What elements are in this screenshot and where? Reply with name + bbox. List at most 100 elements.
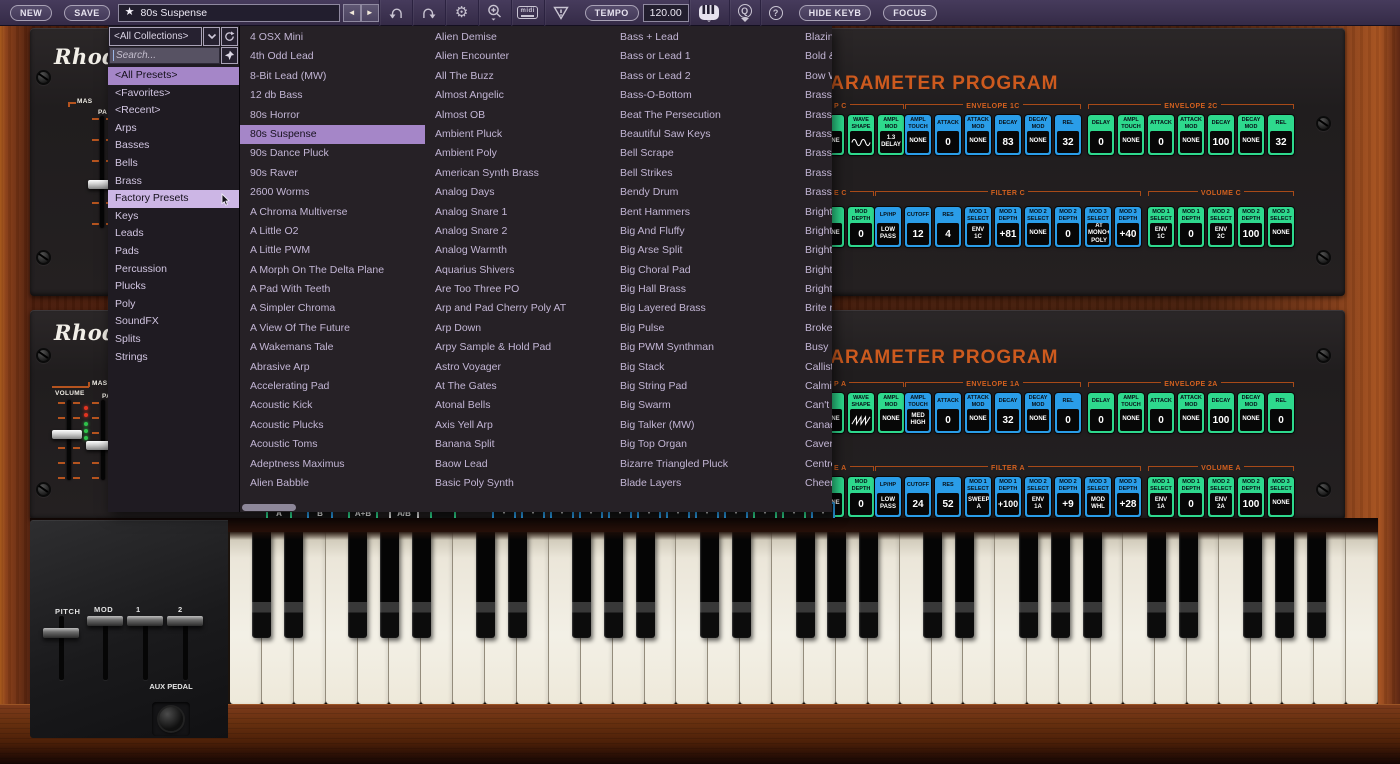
param-button-ampl-mod[interactable]: AMPL MOD1.3 DELAY xyxy=(878,115,904,155)
preset-item-centre-f[interactable]: Centre F xyxy=(795,455,832,474)
focus-button[interactable]: FOCUS xyxy=(883,5,937,21)
param-button-attack-mod[interactable]: ATTACK MODNONE xyxy=(965,393,991,433)
param-button-decay[interactable]: DECAY100 xyxy=(1208,393,1234,433)
lever-1[interactable] xyxy=(127,616,163,626)
black-key-after-white-27[interactable] xyxy=(1083,532,1102,638)
preset-item-adeptness-maximus[interactable]: Adeptness Maximus xyxy=(240,455,425,474)
preset-item-bizarre-triangled-pluck[interactable]: Bizarre Triangled Pluck xyxy=(610,455,795,474)
param-button-rel[interactable]: REL0 xyxy=(1268,393,1294,433)
preset-item-brass-pr[interactable]: Brass Pr xyxy=(795,144,832,163)
param-button-attack[interactable]: ATTACK0 xyxy=(1148,115,1174,155)
hide-keyb-button[interactable]: HIDE KEYB xyxy=(799,5,872,21)
scrollbar-thumb[interactable] xyxy=(242,504,296,511)
preset-item-alien-babble[interactable]: Alien Babble xyxy=(240,474,425,493)
param-button-cutoff[interactable]: CUTOFF12 xyxy=(905,207,931,247)
preset-item-astro-voyager[interactable]: Astro Voyager xyxy=(425,358,610,377)
sidebar-category-poly[interactable]: Poly xyxy=(108,296,239,314)
redo-button[interactable] xyxy=(412,0,445,26)
tempo-value[interactable]: 120.00 xyxy=(643,4,689,22)
preset-item-bright-or[interactable]: Bright Or xyxy=(795,261,832,280)
preset-item-canada[interactable]: Canada xyxy=(795,416,832,435)
aux-pedal-button[interactable] xyxy=(159,707,183,731)
preset-item-ambient-poly[interactable]: Ambient Poly xyxy=(425,144,610,163)
preset-item-analog-days[interactable]: Analog Days xyxy=(425,183,610,202)
param-button-mod-1-select[interactable]: MOD 1 SELECTENV 1C xyxy=(965,207,991,247)
preset-item-beautiful-saw-keys[interactable]: Beautiful Saw Keys xyxy=(610,125,795,144)
black-key-after-white-25[interactable] xyxy=(1019,532,1038,638)
preset-item-big-layered-brass[interactable]: Big Layered Brass xyxy=(610,299,795,318)
sidebar-category-plucks[interactable]: Plucks xyxy=(108,278,239,296)
horizontal-scrollbar[interactable] xyxy=(240,502,832,512)
sidebar-category-all-presets[interactable]: <All Presets> xyxy=(108,67,239,85)
black-key-after-white-1[interactable] xyxy=(252,532,271,638)
param-button-attack[interactable]: ATTACK0 xyxy=(935,393,961,433)
preset-item-12-db-bass[interactable]: 12 db Bass xyxy=(240,86,425,105)
param-button-lp-hp[interactable]: LP/HPLOW PASS xyxy=(875,207,901,247)
quantize-button[interactable]: Q xyxy=(729,0,760,26)
settings-gear-icon[interactable]: ⚙ xyxy=(445,0,478,26)
sidebar-category-strings[interactable]: Strings xyxy=(108,349,239,367)
refresh-button[interactable] xyxy=(221,27,238,46)
preset-item-broken-s[interactable]: Broken S xyxy=(795,319,832,338)
black-key-after-white-20[interactable] xyxy=(859,532,878,638)
preset-item-arp-and-pad-cherry-poly-at[interactable]: Arp and Pad Cherry Poly AT xyxy=(425,299,610,318)
param-button-attack[interactable]: ATTACK0 xyxy=(935,115,961,155)
black-key-after-white-26[interactable] xyxy=(1051,532,1070,638)
param-button-decay[interactable]: DECAY100 xyxy=(1208,115,1234,155)
preset-item-busy-filt[interactable]: Busy Filt xyxy=(795,338,832,357)
preset-item-big-hall-brass[interactable]: Big Hall Brass xyxy=(610,280,795,299)
preset-item-a-little-pwm[interactable]: A Little PWM xyxy=(240,241,425,260)
preset-item-analog-warmth[interactable]: Analog Warmth xyxy=(425,241,610,260)
black-key-after-white-11[interactable] xyxy=(572,532,591,638)
preset-item-8-bit-lead-mw[interactable]: 8-Bit Lead (MW) xyxy=(240,67,425,86)
param-button-mod-1-depth[interactable]: MOD 1 DEPTH+81 xyxy=(995,207,1021,247)
preset-item-banana-split[interactable]: Banana Split xyxy=(425,435,610,454)
sidebar-category-leads[interactable]: Leads xyxy=(108,225,239,243)
preset-item-ambient-pluck[interactable]: Ambient Pluck xyxy=(425,125,610,144)
preset-item-a-wakemans-tale[interactable]: A Wakemans Tale xyxy=(240,338,425,357)
black-key-after-white-22[interactable] xyxy=(923,532,942,638)
param-button-ampl-touch[interactable]: AMPL TOUCHNONE xyxy=(1118,115,1144,155)
preset-item-a-simpler-chroma[interactable]: A Simpler Chroma xyxy=(240,299,425,318)
preset-item-a-view-of-the-future[interactable]: A View Of The Future xyxy=(240,319,425,338)
preset-item-are-too-three-po[interactable]: Are Too Three PO xyxy=(425,280,610,299)
preset-item-acoustic-plucks[interactable]: Acoustic Plucks xyxy=(240,416,425,435)
sidebar-category-factory-presets[interactable]: Factory Presets xyxy=(108,190,239,208)
param-button-wave-shape[interactable]: WAVE SHAPE xyxy=(848,115,874,155)
preset-item-90s-raver[interactable]: 90s Raver xyxy=(240,164,425,183)
param-button-res[interactable]: RES4 xyxy=(935,207,961,247)
sidebar-category-brass[interactable]: Brass xyxy=(108,173,239,191)
sidebar-category-keys[interactable]: Keys xyxy=(108,208,239,226)
param-button-mod-3-select[interactable]: MOD 3 SELECTNONE xyxy=(1268,207,1294,247)
black-key-after-white-30[interactable] xyxy=(1179,532,1198,638)
preset-item-cheerful[interactable]: Cheerful xyxy=(795,474,832,493)
param-button-decay-mod[interactable]: DECAY MODNONE xyxy=(1025,115,1051,155)
save-button[interactable]: SAVE xyxy=(64,5,109,21)
preset-item-accelerating-pad[interactable]: Accelerating Pad xyxy=(240,377,425,396)
param-button-attack-mod[interactable]: ATTACK MODNONE xyxy=(1178,393,1204,433)
param-button-mod-1-depth[interactable]: MOD 1 DEPTH0 xyxy=(1178,207,1204,247)
preset-item-90s-dance-pluck[interactable]: 90s Dance Pluck xyxy=(240,144,425,163)
preset-item-alien-demise[interactable]: Alien Demise xyxy=(425,28,610,47)
mod-lever[interactable] xyxy=(87,616,123,626)
sidebar-category-recent[interactable]: <Recent> xyxy=(108,102,239,120)
preset-item-bass-lead[interactable]: Bass + Lead xyxy=(610,28,795,47)
black-key-after-white-19[interactable] xyxy=(827,532,846,638)
preset-item-brassy-h[interactable]: Brassy H xyxy=(795,183,832,202)
param-button-ampl-touch[interactable]: AMPL TOUCHNONE xyxy=(1118,393,1144,433)
param-button-mod-2-depth[interactable]: MOD 2 DEPTH0 xyxy=(1055,207,1081,247)
preset-item-80s-horror[interactable]: 80s Horror xyxy=(240,106,425,125)
pin-button[interactable] xyxy=(221,47,238,64)
preset-item-big-pulse[interactable]: Big Pulse xyxy=(610,319,795,338)
preset-item-brass-gl[interactable]: Brass Gl xyxy=(795,125,832,144)
sidebar-category-splits[interactable]: Splits xyxy=(108,331,239,349)
param-button-decay-mod[interactable]: DECAY MODNONE xyxy=(1238,115,1264,155)
preset-item-big-and-fluffy[interactable]: Big And Fluffy xyxy=(610,222,795,241)
search-input[interactable]: Search... xyxy=(109,47,220,64)
preset-item-big-top-organ[interactable]: Big Top Organ xyxy=(610,435,795,454)
preset-item-cavern-c[interactable]: Cavern C xyxy=(795,435,832,454)
preset-item-all-the-buzz[interactable]: All The Buzz xyxy=(425,67,610,86)
preset-item-a-pad-with-teeth[interactable]: A Pad With Teeth xyxy=(240,280,425,299)
preset-item-blazing-s[interactable]: Blazing S xyxy=(795,28,832,47)
preset-item-4th-odd-lead[interactable]: 4th Odd Lead xyxy=(240,47,425,66)
